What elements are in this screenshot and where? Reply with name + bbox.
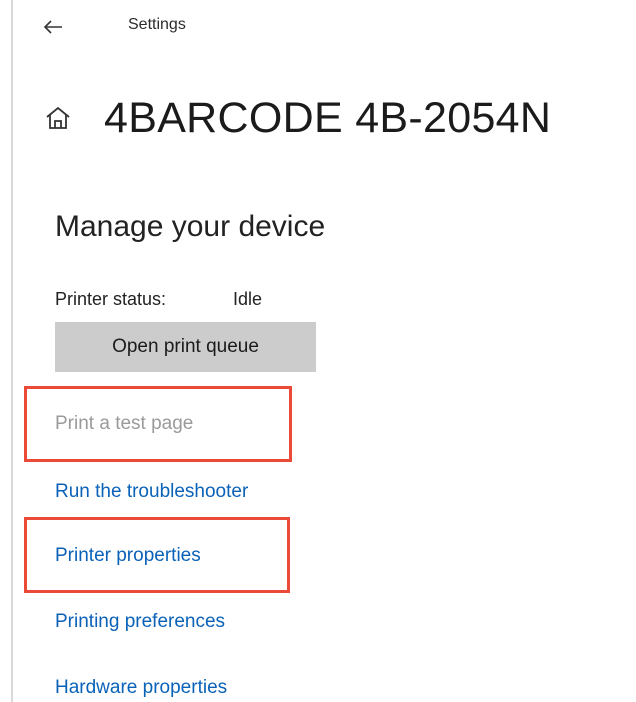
run-troubleshooter-link[interactable]: Run the troubleshooter [55,481,248,503]
open-print-queue-button[interactable]: Open print queue [55,322,316,372]
back-button[interactable] [38,12,68,42]
printer-status-label: Printer status: [55,289,167,309]
title-bar: Settings [0,0,636,60]
highlight-box-print-test-page [24,386,292,462]
page-header: 4BARCODE 4B-2054N [44,88,551,148]
window-left-edge [11,0,13,702]
section-title: Manage your device [55,210,326,243]
highlight-box-printer-properties [24,517,290,593]
printer-status-row: Printer status: Idle [55,289,262,310]
hardware-properties-link[interactable]: Hardware properties [55,677,227,699]
arrow-left-icon [43,20,62,34]
printer-status-value: Idle [233,289,263,309]
home-icon[interactable] [44,103,74,133]
printing-preferences-link[interactable]: Printing preferences [55,611,225,633]
page-title: 4BARCODE 4B-2054N [104,93,552,142]
app-title: Settings [128,16,186,33]
